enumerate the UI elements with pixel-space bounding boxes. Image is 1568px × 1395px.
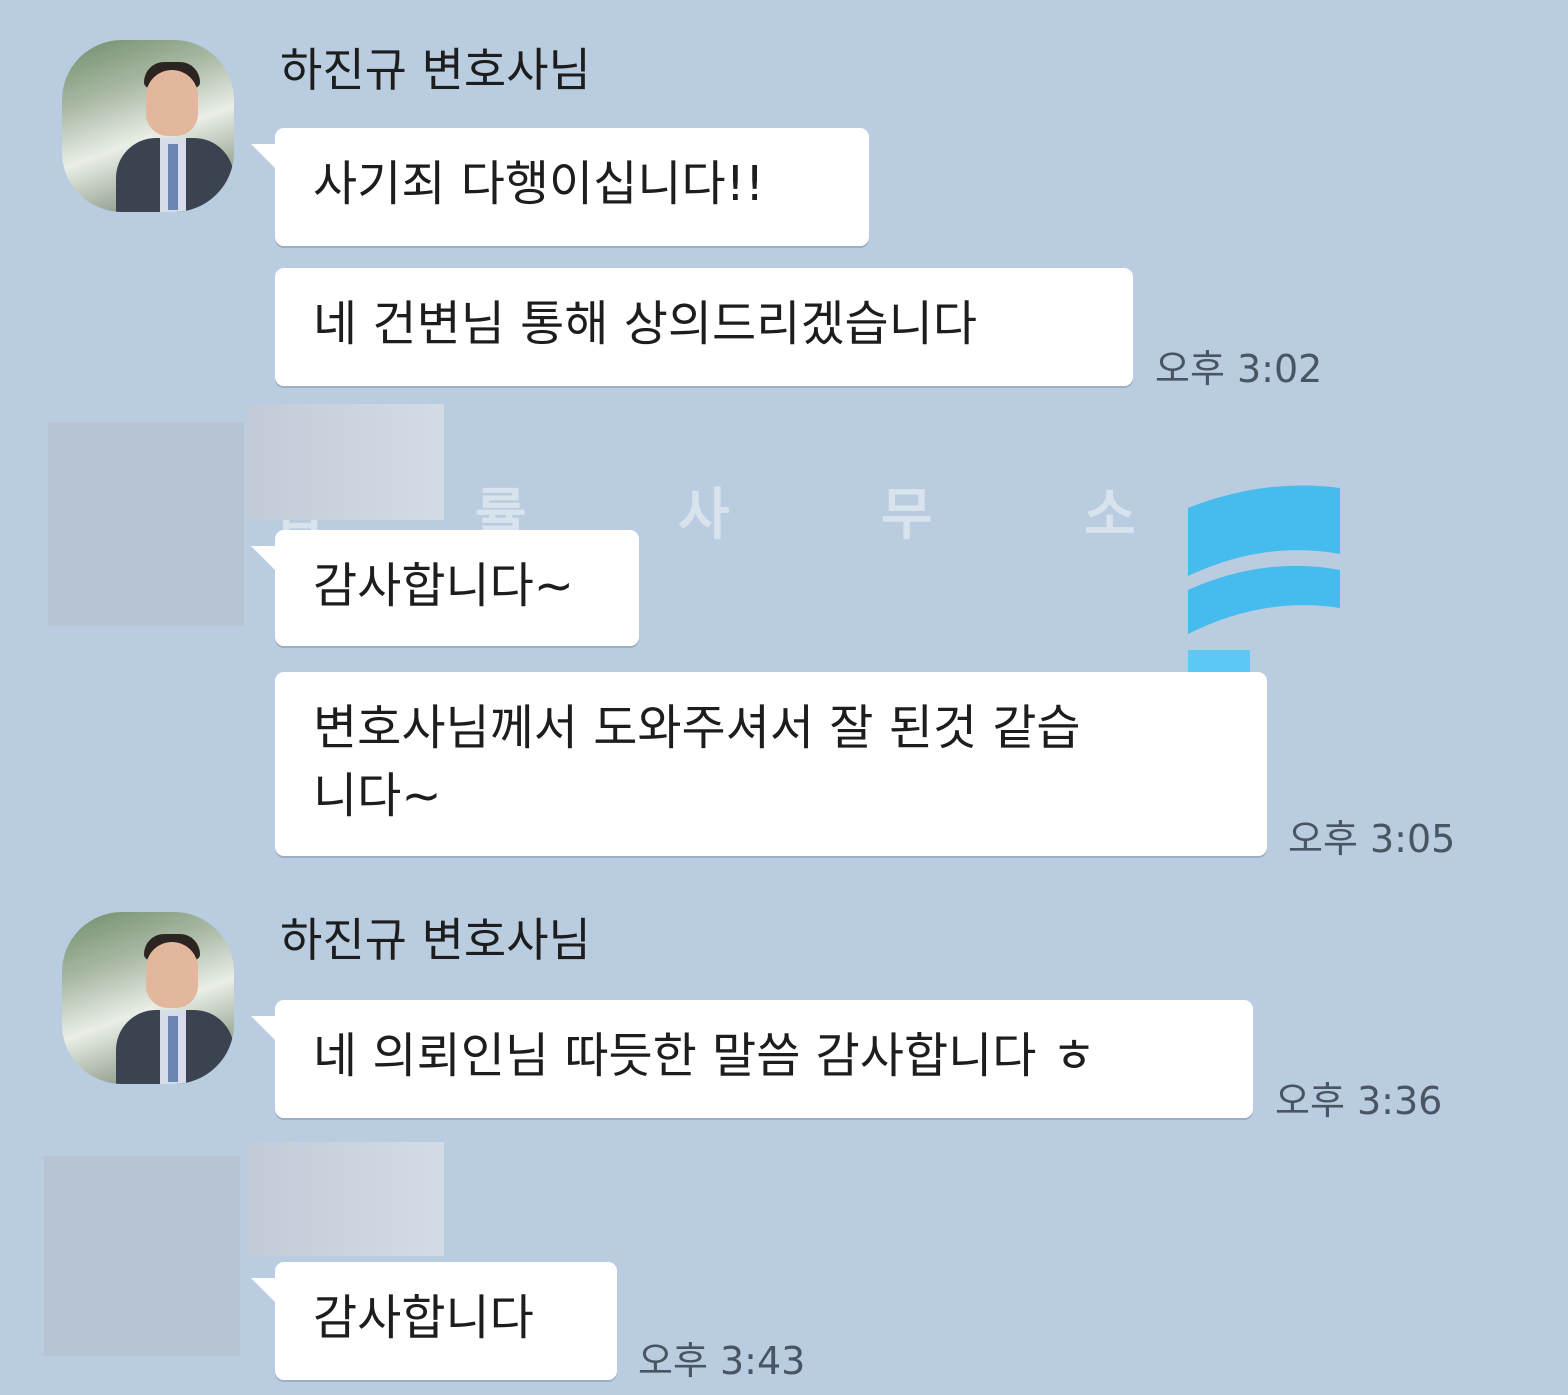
client-name-blurred [248,404,444,520]
message-bubble[interactable]: 사기죄 다행이십니다!! [251,128,869,246]
client-name-blurred [248,1142,444,1256]
message-bubble[interactable]: 네 의뢰인님 따듯한 말씀 감사합니다 ㅎ [251,1000,1253,1118]
message-bubble[interactable]: 네 건변님 통해 상의드리겠습니다 [275,268,1133,386]
message-bubble[interactable]: 감사합니다~ [251,530,639,646]
client-avatar-blurred[interactable] [48,422,244,626]
message-text-line-1: 변호사님께서 도와주셔서 잘 된것 같습 [313,700,1081,756]
lawyer-avatar[interactable] [62,912,234,1084]
message-text: 사기죄 다행이십니다!! [313,156,765,212]
lawyer-avatar[interactable] [62,40,234,212]
message-text: 감사합니다~ [313,558,575,614]
message-text: 네 의뢰인님 따듯한 말씀 감사합니다 ㅎ [313,1028,1096,1084]
message-bubble[interactable]: 변호사님께서 도와주셔서 잘 된것 같습 니다~ [275,672,1267,856]
sender-name: 하진규 변호사님 [280,913,591,967]
message-timestamp: 오후 3:05 [1288,817,1456,861]
message-text: 감사합니다 [313,1290,534,1346]
message-bubble[interactable]: 감사합니다 [251,1262,617,1380]
message-timestamp: 오후 3:36 [1275,1079,1443,1123]
message-timestamp: 오후 3:43 [638,1339,806,1383]
message-text: 네 건변님 통해 상의드리겠습니다 [313,296,978,352]
message-text-line-2: 니다~ [313,768,442,824]
message-timestamp: 오후 3:02 [1155,347,1323,391]
sender-name: 하진규 변호사님 [280,43,591,97]
client-avatar-blurred[interactable] [44,1156,240,1356]
